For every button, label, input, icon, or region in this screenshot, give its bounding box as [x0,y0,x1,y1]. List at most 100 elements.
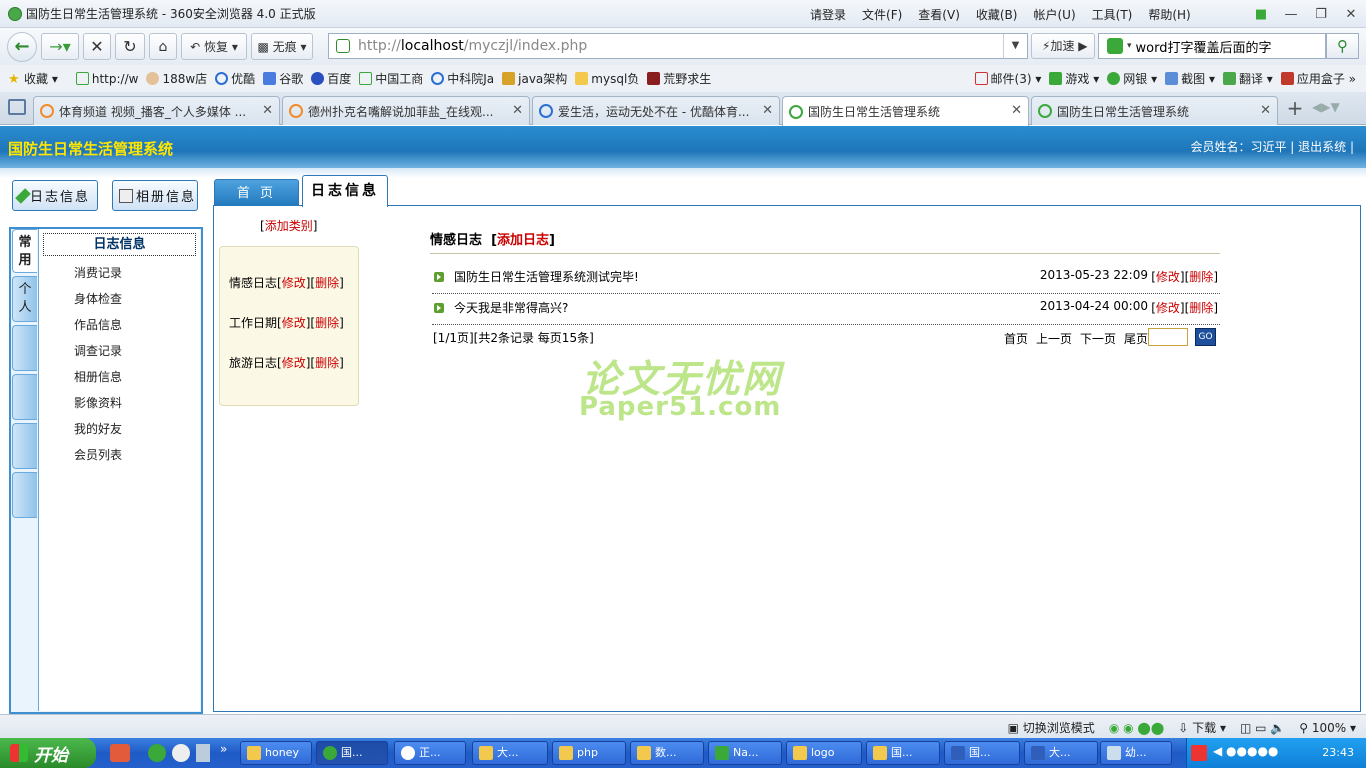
prev-page-link[interactable]: 上一页 [1036,330,1072,347]
go-button[interactable]: GO [1195,328,1216,346]
first-page-link[interactable]: 首页 [1004,330,1028,347]
browser-tab-active[interactable]: 国防生日常生活管理系统 ✕ [782,96,1029,126]
bank-button[interactable]: 网银 ▾ [1107,70,1157,87]
left-tab-personal[interactable]: 个人 [12,276,37,322]
member-info[interactable]: 会员姓名：习近平 | 退出系统 | [1190,138,1354,155]
menu-account[interactable]: 帐户(U) [1033,6,1075,23]
minimize-button[interactable]: — [1276,7,1306,22]
log-title[interactable]: 国防生日常生活管理系统测试完毕! [454,268,639,285]
browser-tab[interactable]: 德州扑克名嘴解说加菲盐_在线观... ✕ [282,96,530,125]
category-name[interactable]: 工作日期 [229,316,277,330]
accelerate-button[interactable]: ⚡加速 ▶ [1031,33,1095,59]
close-tab-icon[interactable]: ✕ [512,103,523,118]
edit-link[interactable]: 修改 [1156,301,1180,315]
home-button[interactable]: ⌂ [149,33,177,60]
ie-quicklaunch-icon[interactable] [172,744,190,762]
start-button[interactable]: 开始 [0,738,96,768]
close-tab-icon[interactable]: ✕ [762,103,773,118]
bookmark-item[interactable]: 中科院Ja [431,70,494,87]
menu-favorites[interactable]: 收藏(B) [976,6,1018,23]
taskbar-item[interactable]: 正... [394,741,466,765]
left-tab-common[interactable]: 常用 [12,229,37,273]
menu-item-video[interactable]: 影像资料 [74,394,122,411]
last-page-link[interactable]: 尾页 [1124,330,1148,347]
delete-link[interactable]: 删除 [315,316,339,330]
menu-tools[interactable]: 工具(T) [1092,6,1133,23]
switch-mode-button[interactable]: ▣ 切换浏览模式 [1008,719,1095,736]
next-page-link[interactable]: 下一页 [1080,330,1116,347]
skin-icon[interactable]: ■ [1246,7,1276,22]
menu-item-album[interactable]: 相册信息 [74,368,122,385]
tab-scroll-icons[interactable]: ◀▶▼ [1312,100,1340,114]
delete-link[interactable]: 删除 [1189,270,1213,284]
left-tab[interactable] [12,325,37,371]
browser-tab[interactable]: 国防生日常生活管理系统 ✕ [1031,96,1278,125]
appbox-button[interactable]: 应用盒子 » [1280,70,1356,87]
menu-view[interactable]: 查看(V) [918,6,960,23]
log-info-button[interactable]: 日志信息 [12,180,98,211]
games-button[interactable]: 游戏 ▾ [1049,70,1099,87]
back-button[interactable]: ← [7,31,37,62]
left-tab[interactable] [12,472,37,518]
quicklaunch-icon[interactable] [110,744,130,762]
delete-link[interactable]: 删除 [1189,301,1213,315]
status-icons[interactable]: ◉ ◉ ⬤⬤ [1109,721,1164,735]
incognito-button[interactable]: ▩ 无痕 ▾ [251,33,313,60]
taskbar-item[interactable]: 国... [944,741,1020,765]
forward-button[interactable]: →▾ [41,33,79,60]
quicklaunch-icon[interactable] [196,744,210,762]
tab-log-info[interactable]: 日志信息 [302,175,388,207]
album-info-button[interactable]: 相册信息 [112,180,198,211]
taskbar-item[interactable]: 数... [630,741,704,765]
page-number-input[interactable] [1148,328,1188,346]
left-tab[interactable] [12,423,37,469]
new-tab-button[interactable]: + [1283,96,1307,122]
menu-item-members[interactable]: 会员列表 [74,446,122,463]
close-tab-icon[interactable]: ✕ [262,103,273,118]
taskbar-item[interactable]: 大... [1024,741,1098,765]
close-tab-icon[interactable]: ✕ [1011,103,1022,118]
download-button[interactable]: ⇩ 下载 ▾ [1178,719,1226,736]
taskbar-item[interactable]: 国... [866,741,940,765]
menu-item-works[interactable]: 作品信息 [74,316,122,333]
refresh-button[interactable]: ↻ [115,33,145,60]
edit-link[interactable]: 修改 [282,276,306,290]
bookmark-favorites[interactable]: ★ 收藏 ▾ [8,70,58,88]
search-icon[interactable]: ⚲ [1326,33,1359,59]
mail-button[interactable]: 邮件(3) ▾ [974,70,1041,87]
menu-item-friends[interactable]: 我的好友 [74,420,122,437]
quicklaunch-more-icon[interactable]: » [220,742,227,756]
zoom-control[interactable]: ⚲ 100% ▾ [1299,721,1356,735]
close-tab-icon[interactable]: ✕ [1260,103,1271,118]
tab-home[interactable]: 首 页 [214,179,299,206]
edit-link[interactable]: 修改 [282,356,306,370]
menu-file[interactable]: 文件(F) [862,6,902,23]
close-window-button[interactable]: ✕ [1336,7,1366,22]
bookmark-item[interactable]: 荒野求生 [647,70,711,87]
category-name[interactable]: 情感日志 [229,276,277,290]
bookmark-item[interactable]: 优酷 [215,70,255,87]
delete-link[interactable]: 删除 [315,356,339,370]
taskbar-item[interactable]: php [552,741,626,765]
screenshot-button[interactable]: 截图 ▾ [1165,70,1215,87]
edit-link[interactable]: 修改 [1156,270,1180,284]
browser-tab[interactable]: 体育频道 视频_播客_个人多媒体 ... ✕ [33,96,280,125]
taskbar-item[interactable]: Na... [708,741,782,765]
stop-button[interactable]: ✕ [83,33,111,60]
restore-button[interactable]: ↶ 恢复 ▾ [181,33,247,60]
taskbar-item[interactable]: honey [240,741,312,765]
browser-quicklaunch-icon[interactable] [148,744,166,762]
address-bar[interactable]: http://localhost/myczjl/index.php ▼ [328,33,1028,59]
left-tab[interactable] [12,374,37,420]
taskbar-item[interactable]: 幼... [1100,741,1172,765]
taskbar-item[interactable]: 国... [316,741,388,765]
menu-login[interactable]: 请登录 [810,6,846,23]
menu-item-survey[interactable]: 调查记录 [74,342,122,359]
browser-tab[interactable]: 爱生活，运动无处不在 - 优酷体育... ✕ [532,96,780,125]
bookmark-item[interactable]: http://w [75,72,138,86]
bookmark-item[interactable]: 百度 [311,70,351,87]
maximize-button[interactable]: ❐ [1306,7,1336,22]
bookmark-item[interactable]: mysql负 [575,70,639,87]
delete-link[interactable]: 删除 [315,276,339,290]
sidebar-toggle-icon[interactable] [8,99,26,115]
